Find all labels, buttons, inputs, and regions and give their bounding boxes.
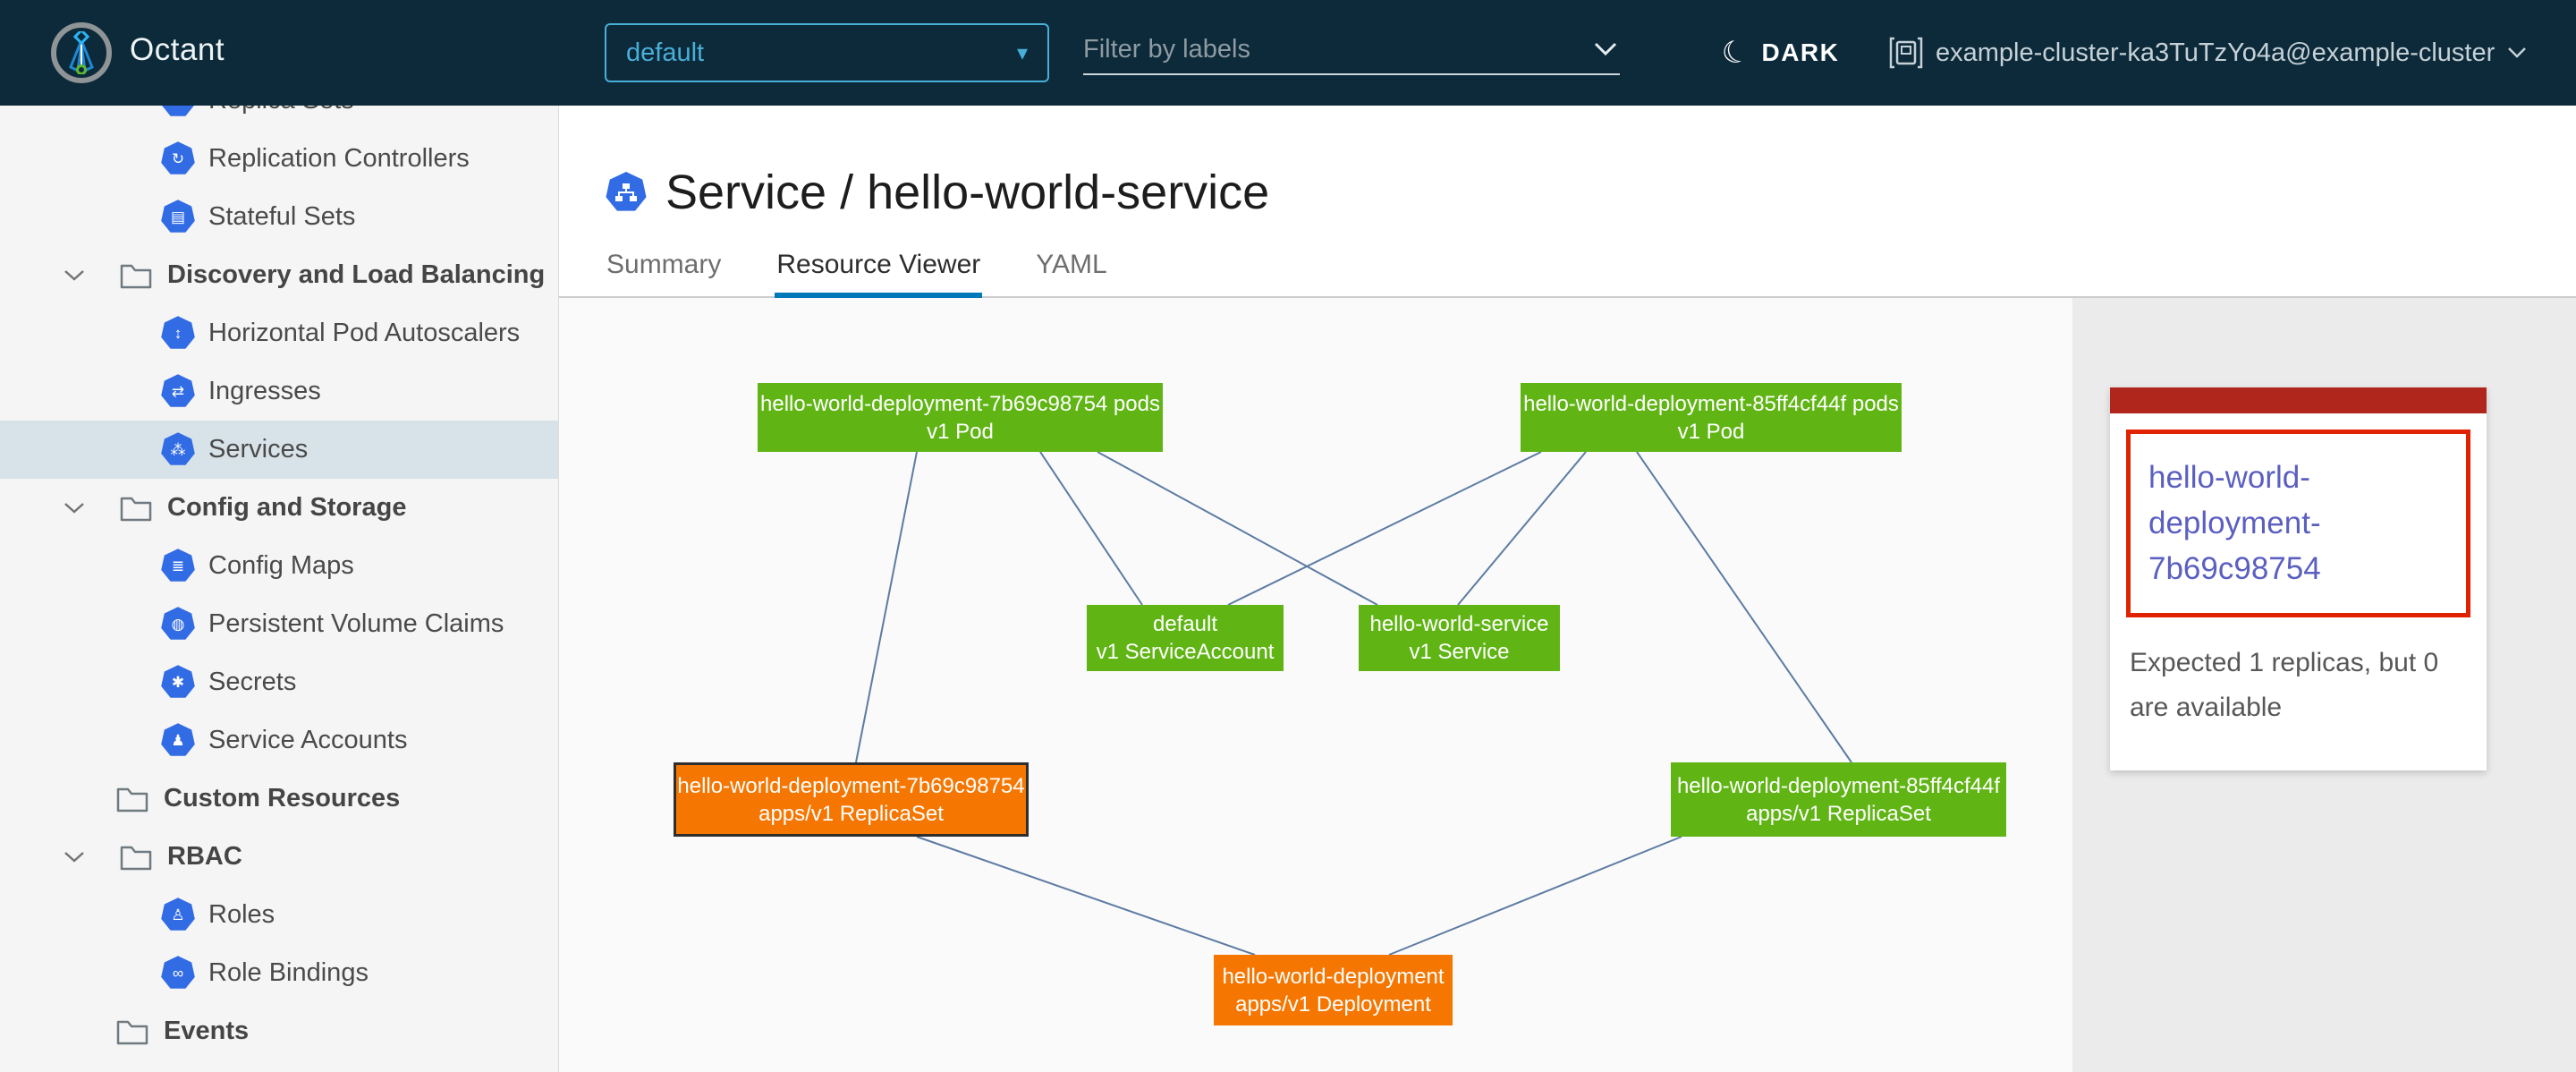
- replica-status-message: Expected 1 replicas, but 0 are available: [2130, 641, 2470, 729]
- sidebar-section-config-and-storage[interactable]: Config and Storage: [0, 479, 558, 537]
- sidebar-section-rbac[interactable]: RBAC: [0, 828, 558, 886]
- sidebar-item-secrets[interactable]: ✱ Secrets: [0, 653, 558, 711]
- sidebar-item-replica-sets[interactable]: ❐ Replica Sets: [0, 106, 558, 130]
- detail-panel: hello-world-deployment-7b69c98754 Expect…: [2072, 298, 2576, 1072]
- sidebar-item-events[interactable]: Events: [0, 1002, 558, 1060]
- theme-toggle[interactable]: ☾ DARK: [1722, 0, 1839, 106]
- role-bindings-icon: ∞: [160, 956, 196, 991]
- status-card-body: hello-world-deployment-7b69c98754 Expect…: [2110, 413, 2487, 770]
- chevron-down-icon[interactable]: [64, 502, 85, 515]
- tab-summary[interactable]: Summary: [605, 250, 723, 298]
- pvc-icon: ◍: [160, 607, 196, 642]
- service-resource-icon: [605, 171, 648, 214]
- namespace-selector[interactable]: default ▾: [605, 23, 1049, 82]
- tab-bar: Summary Resource Viewer YAML: [605, 250, 1109, 298]
- sidebar-list: ❐ Replica Sets ↻ Replication Controllers…: [0, 106, 558, 1060]
- resource-link[interactable]: hello-world-deployment-7b69c98754: [2148, 460, 2321, 586]
- status-card: hello-world-deployment-7b69c98754 Expect…: [2110, 387, 2487, 770]
- tab-resource-viewer[interactable]: Resource Viewer: [775, 250, 982, 298]
- config-maps-icon: ≣: [160, 549, 196, 584]
- tab-yaml[interactable]: YAML: [1034, 250, 1108, 298]
- service-accounts-icon: ♟: [160, 723, 196, 759]
- moon-icon: ☾: [1717, 31, 1754, 73]
- sidebar-item-stateful-sets[interactable]: ▤ Stateful Sets: [0, 188, 558, 246]
- chevron-down-icon[interactable]: [64, 269, 85, 282]
- octant-app: Octant default ▾ ☾ DARK example-cluster-…: [0, 0, 2576, 1072]
- folder-icon: [119, 493, 153, 523]
- sidebar-item-services[interactable]: ⁂ Services: [0, 421, 558, 479]
- folder-icon: [115, 1017, 149, 1047]
- sidebar-section-discovery-load-balancing[interactable]: Discovery and Load Balancing: [0, 246, 558, 304]
- graph-node-service[interactable]: hello-world-service v1 Service: [1359, 605, 1560, 671]
- labels-filter: [1083, 27, 1620, 75]
- sidebar-item-service-accounts[interactable]: ♟ Service Accounts: [0, 711, 558, 770]
- folder-icon: [119, 260, 153, 291]
- graph-node-deployment[interactable]: hello-world-deployment apps/v1 Deploymen…: [1214, 955, 1453, 1025]
- page-title: Service / hello-world-service: [605, 165, 1269, 220]
- folder-icon: [115, 784, 149, 814]
- sidebar-item-horizontal-pod-autoscalers[interactable]: ↕ Horizontal Pod Autoscalers: [0, 304, 558, 362]
- status-card-error-bar: [2110, 387, 2487, 413]
- graph-node-replicaset-7b69c98754[interactable]: hello-world-deployment-7b69c98754 apps/v…: [674, 762, 1029, 837]
- sidebar-item-ingresses[interactable]: ⇄ Ingresses: [0, 362, 558, 421]
- stateful-sets-icon: ▤: [160, 200, 196, 235]
- ingresses-icon: ⇄: [160, 374, 196, 410]
- secrets-icon: ✱: [160, 665, 196, 701]
- roles-icon: ♙: [160, 898, 196, 933]
- sidebar-nav: ❐ Replica Sets ↻ Replication Controllers…: [0, 106, 559, 1072]
- sidebar-item-custom-resources[interactable]: Custom Resources: [0, 770, 558, 828]
- app-title: Octant: [130, 32, 225, 68]
- cluster-icon: [1889, 35, 1923, 71]
- graph-node-pods-7b69c98754[interactable]: hello-world-deployment-7b69c98754 pods v…: [758, 383, 1163, 452]
- page-title-text: Service / hello-world-service: [665, 165, 1269, 220]
- chevron-down-icon[interactable]: [1593, 41, 1618, 57]
- cluster-name: example-cluster-ka3TuTzYo4a@example-clus…: [1936, 38, 2495, 68]
- octant-compass-icon: [62, 31, 101, 74]
- services-icon: ⁂: [160, 432, 196, 468]
- cluster-selector[interactable]: example-cluster-ka3TuTzYo4a@example-clus…: [1889, 0, 2527, 106]
- theme-label: DARK: [1761, 38, 1839, 67]
- sidebar-item-persistent-volume-claims[interactable]: ◍ Persistent Volume Claims: [0, 595, 558, 653]
- replication-controllers-icon: ↻: [160, 141, 196, 177]
- chevron-down-icon[interactable]: [64, 851, 85, 864]
- graph-node-replicaset-85ff4cf44f[interactable]: hello-world-deployment-85ff4cf44f apps/v…: [1671, 762, 2006, 837]
- hpa-icon: ↕: [160, 316, 196, 352]
- content-header: Service / hello-world-service Summary Re…: [559, 106, 2576, 298]
- octant-logo-icon: [51, 22, 112, 83]
- error-highlight-box: hello-world-deployment-7b69c98754: [2126, 430, 2470, 617]
- graph-node-pods-85ff4cf44f[interactable]: hello-world-deployment-85ff4cf44f pods v…: [1521, 383, 1902, 452]
- graph-node-serviceaccount[interactable]: default v1 ServiceAccount: [1087, 605, 1284, 671]
- sidebar-item-roles[interactable]: ♙ Roles: [0, 886, 558, 944]
- replica-sets-icon: ❐: [160, 106, 196, 119]
- caret-down-icon: ▾: [1017, 40, 1028, 66]
- resource-viewer-graph: hello-world-deployment-7b69c98754 pods v…: [559, 298, 2072, 1072]
- sidebar-item-replication-controllers[interactable]: ↻ Replication Controllers: [0, 130, 558, 188]
- sidebar-item-config-maps[interactable]: ≣ Config Maps: [0, 537, 558, 595]
- namespace-value: default: [626, 38, 704, 68]
- folder-icon: [119, 842, 153, 872]
- chevron-down-icon: [2507, 47, 2527, 59]
- app-header: Octant default ▾ ☾ DARK example-cluster-…: [0, 0, 2576, 106]
- filter-input[interactable]: [1083, 27, 1566, 72]
- sidebar-item-role-bindings[interactable]: ∞ Role Bindings: [0, 944, 558, 1002]
